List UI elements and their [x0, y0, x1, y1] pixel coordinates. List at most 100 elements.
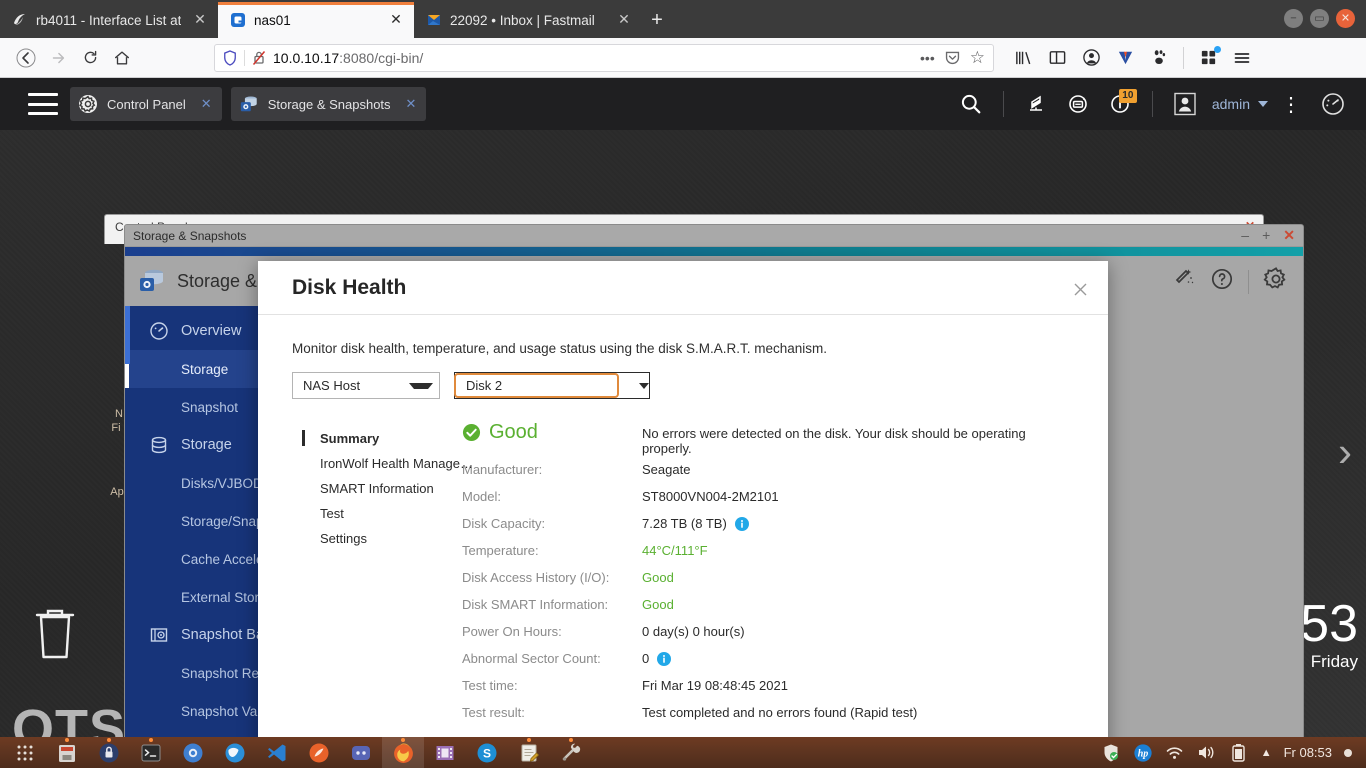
- wifi-icon[interactable]: [1165, 743, 1185, 763]
- tray-expand-icon[interactable]: ▲: [1261, 747, 1272, 759]
- filmstrip-icon[interactable]: [424, 737, 466, 768]
- dialog-tab-list: Summary IronWolf Health Manage… SMART In…: [292, 421, 473, 726]
- volume-icon[interactable]: [1197, 743, 1217, 763]
- tab-summary[interactable]: Summary: [292, 426, 462, 451]
- reload-button[interactable]: [74, 42, 106, 74]
- window-maximize-button[interactable]: ▭: [1310, 9, 1329, 28]
- window-minimize-button[interactable]: −: [1284, 9, 1303, 28]
- qts-menu-icon[interactable]: [28, 93, 58, 115]
- terminal-icon[interactable]: [130, 737, 172, 768]
- user-avatar-icon[interactable]: [1166, 85, 1204, 123]
- dialog-title: Disk Health: [292, 275, 407, 299]
- vscode-icon[interactable]: [256, 737, 298, 768]
- backup-icon[interactable]: [1059, 85, 1097, 123]
- discord-icon[interactable]: [340, 737, 382, 768]
- tab-close-icon[interactable]: ✕: [388, 12, 404, 28]
- notes-icon[interactable]: [508, 737, 550, 768]
- disk-select[interactable]: Disk 2: [454, 372, 650, 399]
- system-tray: hp ▲ Fr 08:53: [1101, 743, 1362, 763]
- library-icon[interactable]: [1008, 43, 1038, 73]
- shield-icon[interactable]: [223, 49, 237, 66]
- tab-close-icon[interactable]: ✕: [192, 12, 208, 28]
- settings-icon[interactable]: [1263, 266, 1289, 297]
- security-icon[interactable]: [1101, 743, 1121, 763]
- tab-smart-information[interactable]: SMART Information: [292, 476, 462, 501]
- ubuntu-software-icon[interactable]: [88, 737, 130, 768]
- skype-icon[interactable]: S: [466, 737, 508, 768]
- storage-maximize-button[interactable]: +: [1262, 227, 1270, 244]
- hp-icon[interactable]: hp: [1133, 743, 1153, 763]
- browser-tab-2[interactable]: 22092 • Inbox | Fastmail ✕: [414, 2, 642, 38]
- window-close-button[interactable]: ✕: [1336, 9, 1355, 28]
- firefox-icon[interactable]: [382, 737, 424, 768]
- admin-label[interactable]: admin: [1208, 96, 1254, 112]
- pocket-icon[interactable]: [944, 49, 961, 66]
- thunderbird-icon[interactable]: [214, 737, 256, 768]
- dialog-header: Disk Health: [258, 261, 1108, 315]
- tab-close-icon[interactable]: ✕: [616, 12, 632, 28]
- qts-app-tab-control-panel[interactable]: Control Panel ✕: [70, 87, 222, 121]
- apps-grid-icon[interactable]: [4, 737, 46, 768]
- field-value-text: Test completed and no errors found (Rapi…: [642, 705, 918, 720]
- new-tab-button[interactable]: +: [642, 2, 672, 38]
- bookmark-star-icon[interactable]: ☆: [970, 48, 985, 68]
- search-icon[interactable]: [952, 85, 990, 123]
- info-icon[interactable]: 10: [1101, 85, 1139, 123]
- qts-app-tab-storage-snapshots[interactable]: Storage & Snapshots ✕: [230, 87, 427, 121]
- insecure-lock-icon[interactable]: [252, 50, 266, 66]
- host-select[interactable]: NAS Host: [292, 372, 440, 399]
- sidebar-label: Storage: [181, 437, 232, 453]
- clock-day: Friday: [1310, 652, 1358, 671]
- gnome-icon[interactable]: [1144, 43, 1174, 73]
- browser-tab-1[interactable]: nas01 ✕: [218, 2, 414, 38]
- power-icon[interactable]: [1344, 748, 1352, 757]
- storage-close-button[interactable]: ✕: [1283, 227, 1295, 244]
- info-icon[interactable]: [657, 651, 672, 666]
- chevron-down-icon[interactable]: [1258, 101, 1268, 107]
- gauge-icon: [150, 322, 168, 340]
- disk-status-row: Good No errors were detected on the disk…: [462, 421, 1074, 456]
- info-icon[interactable]: [734, 516, 749, 531]
- home-button[interactable]: [106, 42, 138, 74]
- tab-ironwolf-health-management[interactable]: IronWolf Health Manage…: [292, 451, 473, 476]
- disk-select-arrow[interactable]: [619, 382, 649, 389]
- qts-app-tab-label: Storage & Snapshots: [267, 96, 391, 112]
- battery-icon[interactable]: [1229, 743, 1249, 763]
- snapshot-icon: [150, 628, 168, 642]
- logs-icon[interactable]: [1017, 85, 1055, 123]
- close-icon[interactable]: ✕: [201, 96, 212, 112]
- wand-icon[interactable]: [1172, 267, 1196, 296]
- account-icon[interactable]: [1076, 43, 1106, 73]
- field-label: Test time:: [462, 678, 518, 693]
- page-actions-icon[interactable]: •••: [920, 50, 935, 66]
- taskbar-clock[interactable]: Fr 08:53: [1284, 745, 1332, 760]
- close-icon[interactable]: ✕: [406, 96, 417, 112]
- field-value: Fri Mar 19 08:48:45 2021: [642, 672, 1074, 699]
- tab-test[interactable]: Test: [292, 501, 462, 526]
- gimp-icon[interactable]: [298, 737, 340, 768]
- files-icon[interactable]: [46, 737, 88, 768]
- field-value-text: 44°C/111°F: [642, 543, 708, 558]
- next-page-arrow[interactable]: ›: [1338, 428, 1352, 476]
- url-bar[interactable]: 10.0.10.17:8080/cgi-bin/ ••• ☆: [214, 43, 994, 72]
- back-button[interactable]: [10, 42, 42, 74]
- browser-tab-0[interactable]: rb4011 - Interface List at ✕: [0, 2, 218, 38]
- desktop-trash-icon[interactable]: [30, 603, 80, 666]
- close-icon: [1074, 283, 1086, 295]
- toolbar-divider: [1248, 269, 1249, 294]
- sidebar-icon[interactable]: [1042, 43, 1072, 73]
- extensions-icon[interactable]: [1193, 43, 1223, 73]
- storage-minimize-button[interactable]: –: [1241, 227, 1249, 244]
- browser-titlebar: rb4011 - Interface List at ✕ nas01 ✕ 220…: [0, 0, 1366, 38]
- dashboard-icon[interactable]: [1314, 85, 1352, 123]
- help-icon[interactable]: [1210, 267, 1234, 296]
- tab-settings[interactable]: Settings: [292, 526, 462, 551]
- dialog-close-button[interactable]: [1068, 277, 1092, 301]
- vivaldi-icon[interactable]: [1110, 43, 1140, 73]
- more-options-icon[interactable]: ⋮: [1272, 85, 1310, 123]
- field-label: Disk SMART Information:: [462, 597, 609, 612]
- tools-icon[interactable]: [550, 737, 592, 768]
- chromium-icon[interactable]: [172, 737, 214, 768]
- sidebar-label: Snapshot Re: [181, 665, 260, 681]
- menu-icon[interactable]: [1227, 43, 1257, 73]
